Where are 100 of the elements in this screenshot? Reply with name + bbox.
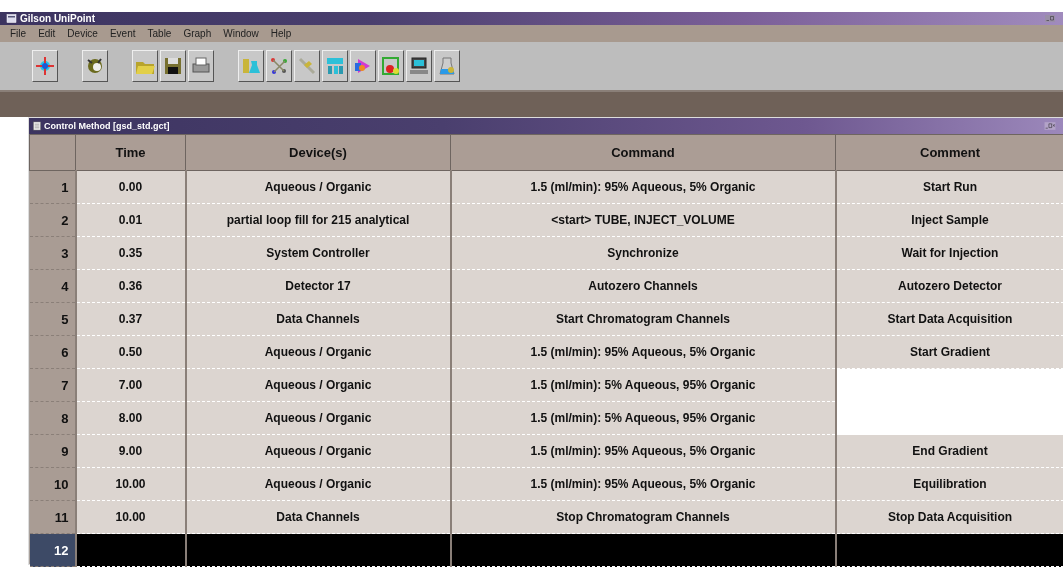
beaker-icon	[436, 55, 458, 77]
network-icon	[268, 55, 290, 77]
toolbar-button[interactable]	[322, 50, 348, 82]
table-cell: Aqueous / Organic	[185, 434, 451, 468]
table-cell: Aqueous / Organic	[185, 368, 451, 402]
toolbar-button[interactable]	[188, 50, 214, 82]
table-row[interactable]: 8 8.00 Aqueous / Organic 1.5 (ml/min): 5% Aqueous, 95% Organic	[29, 401, 1063, 435]
table-row[interactable]: 11 10.00 Data Channels Stop Chromatogram Channels Stop Data Acquisition	[29, 500, 1063, 534]
pipette-icon	[296, 55, 318, 77]
table-row[interactable]: 1 0.00 Aqueous / Organic 1.5 (ml/min): 95% Aqueous, 5% Organic Start Run	[29, 170, 1063, 204]
column-header[interactable]: Comment	[835, 134, 1063, 171]
table-cell: Equilibration	[835, 467, 1063, 501]
table-cell: partial loop fill for 215 analytical	[185, 203, 451, 237]
table-cell: Data Channels	[185, 500, 451, 534]
tubes-icon	[324, 55, 346, 77]
menu-item[interactable]: File	[10, 28, 27, 39]
table-cell: Detector 17	[185, 269, 451, 303]
table-cell: Autozero Detector	[835, 269, 1063, 303]
table-cell: <start> TUBE, INJECT_VOLUME	[450, 203, 836, 237]
table-cell: 1.5 (ml/min): 95% Aqueous, 5% Organic	[450, 170, 836, 204]
column-header[interactable]: Device(s)	[185, 134, 451, 171]
table-cell: 0.36	[75, 269, 186, 303]
row-number: 8	[29, 401, 76, 435]
table-cell: Aqueous / Organic	[185, 401, 451, 435]
menu-item[interactable]: Graph	[183, 28, 212, 39]
column-header[interactable]: Time	[75, 134, 186, 171]
app-icon	[6, 13, 17, 24]
table-cell: 0.35	[75, 236, 186, 270]
row-number: 6	[29, 335, 76, 369]
menu-item[interactable]: Event	[109, 28, 136, 39]
table-row[interactable]: 3 0.35 System Controller Synchronize Wait for Injection	[29, 236, 1063, 270]
table-row[interactable]: 7 7.00 Aqueous / Organic 1.5 (ml/min): 5% Aqueous, 95% Organic	[29, 368, 1063, 402]
table-row[interactable]: 5 0.37 Data Channels Start Chromatogram Channels Start Data Acquisition	[29, 302, 1063, 336]
row-number: 10	[29, 467, 76, 501]
table-cell: Start Gradient	[835, 335, 1063, 369]
table-cell: 1.5 (ml/min): 5% Aqueous, 95% Organic	[450, 368, 836, 402]
table-cell: Stop Data Acquisition	[835, 500, 1063, 534]
toolbar-button[interactable]	[294, 50, 320, 82]
table-cell: 10.00	[75, 500, 186, 534]
table-cell: 1.5 (ml/min): 95% Aqueous, 5% Organic	[450, 467, 836, 501]
table-cell: Aqueous / Organic	[185, 467, 451, 501]
column-header[interactable]: Command	[450, 134, 836, 171]
table-cell: 9.00	[75, 434, 186, 468]
table-row[interactable]: 10 10.00 Aqueous / Organic 1.5 (ml/min): 95% Aqueous, 5% Organic Equilibration	[29, 467, 1063, 501]
table-cell: Autozero Channels	[450, 269, 836, 303]
table-cell: Aqueous / Organic	[185, 170, 451, 204]
table-cell: Wait for Injection	[835, 236, 1063, 270]
method-window-title: Control Method [gsd_std.gct]	[44, 121, 170, 131]
row-number: 9	[29, 434, 76, 468]
table-cell: Data Channels	[185, 302, 451, 336]
table-row[interactable]: 6 0.50 Aqueous / Organic 1.5 (ml/min): 95% Aqueous, 5% Organic Start Gradient	[29, 335, 1063, 369]
toolbar-button[interactable]	[160, 50, 186, 82]
computer-icon	[408, 55, 430, 77]
menu-item[interactable]: Device	[67, 28, 98, 39]
toolbar-button[interactable]	[350, 50, 376, 82]
table-cell: Stop Chromatogram Channels	[450, 500, 836, 534]
table-row[interactable]: 9 9.00 Aqueous / Organic 1.5 (ml/min): 95% Aqueous, 5% Organic End Gradient	[29, 434, 1063, 468]
menu-item[interactable]: Window	[223, 28, 259, 39]
table-cell: Start Run	[835, 170, 1063, 204]
toolbar-button[interactable]	[82, 50, 108, 82]
window-title: Gilson UniPoint	[20, 13, 95, 24]
toolbar-button[interactable]	[406, 50, 432, 82]
selected-row[interactable]: 12	[29, 533, 1063, 567]
table-cell: Start Chromatogram Channels	[450, 302, 836, 336]
row-number: 11	[29, 500, 76, 534]
table-cell: Synchronize	[450, 236, 836, 270]
table-cell: Aqueous / Organic	[185, 335, 451, 369]
row-number: 1	[29, 170, 76, 204]
row-number: 5	[29, 302, 76, 336]
table-cell: 1.5 (ml/min): 95% Aqueous, 5% Organic	[450, 335, 836, 369]
table-cell: 10.00	[75, 467, 186, 501]
row-number: 2	[29, 203, 76, 237]
table-cell: End Gradient	[835, 434, 1063, 468]
table-cell: 1.5 (ml/min): 95% Aqueous, 5% Organic	[450, 434, 836, 468]
toolbar-button[interactable]	[132, 50, 158, 82]
document-icon	[32, 121, 42, 131]
row-number: 12	[29, 533, 76, 567]
toolbar-button[interactable]	[378, 50, 404, 82]
table-row[interactable]: 2 0.01 partial loop fill for 215 analytical <start> TUBE, INJECT_VOLUME Inject Sample	[29, 203, 1063, 237]
toolbar-button[interactable]	[266, 50, 292, 82]
table-cell: System Controller	[185, 236, 451, 270]
table-cell: 0.37	[75, 302, 186, 336]
toolbar-button[interactable]	[32, 50, 58, 82]
table-cell: 7.00	[75, 368, 186, 402]
menu-item[interactable]: Edit	[38, 28, 56, 39]
table-cell: 0.50	[75, 335, 186, 369]
row-number: 3	[29, 236, 76, 270]
table-cell: 0.01	[75, 203, 186, 237]
target-icon	[34, 55, 56, 77]
table-cell: 8.00	[75, 401, 186, 435]
menu-item[interactable]: Help	[270, 28, 292, 39]
table-row[interactable]: 4 0.36 Detector 17 Autozero Channels Autozero Detector	[29, 269, 1063, 303]
row-number: 4	[29, 269, 76, 303]
table-cell: 0.00	[75, 170, 186, 204]
table-cell: Inject Sample	[835, 203, 1063, 237]
toolbar-button[interactable]	[238, 50, 264, 82]
row-number: 7	[29, 368, 76, 402]
menu-item[interactable]: Table	[147, 28, 172, 39]
toolbar-button[interactable]	[434, 50, 460, 82]
table-cell: 1.5 (ml/min): 5% Aqueous, 95% Organic	[450, 401, 836, 435]
